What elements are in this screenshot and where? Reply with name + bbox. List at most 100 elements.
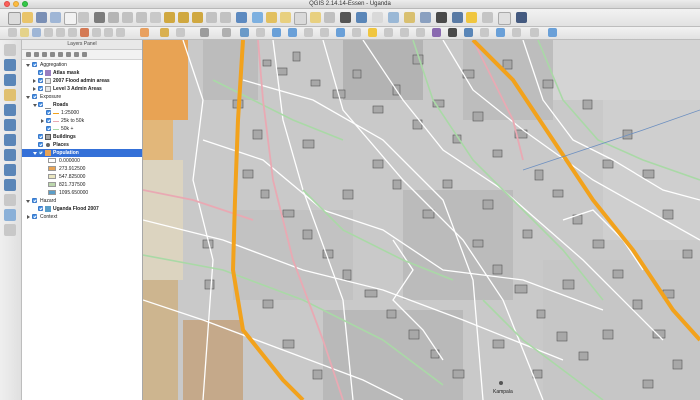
georeferencer-icon[interactable] (548, 28, 557, 37)
composer-manager-icon[interactable] (78, 12, 89, 23)
add-vector-layer-icon[interactable] (256, 28, 265, 37)
inasafe-dock-icon[interactable] (466, 12, 477, 23)
expand-arrow-icon[interactable] (27, 215, 30, 219)
move-label-icon[interactable] (200, 28, 209, 37)
show-hide-labels-icon[interactable] (176, 28, 185, 37)
visibility-checkbox[interactable] (38, 150, 43, 155)
cut-features-icon[interactable] (92, 28, 101, 37)
visibility-checkbox[interactable] (38, 78, 43, 83)
layer-places[interactable]: Places (22, 141, 142, 149)
add-spatialite-layer-icon[interactable] (304, 28, 313, 37)
save-project-icon[interactable] (36, 12, 47, 23)
results-viewer-icon[interactable] (480, 28, 489, 37)
open-attribute-table-icon[interactable] (310, 12, 321, 23)
zoom-to-selection-icon[interactable] (178, 12, 189, 23)
visibility-checkbox[interactable] (32, 214, 37, 219)
layer-properties-icon[interactable] (530, 28, 539, 37)
layer-uganda-flood-2007[interactable]: Uganda Flood 2007 (22, 205, 142, 213)
layer-level-3-admin-areas[interactable]: Level 3 Admin Areas (22, 85, 142, 93)
field-calculator-icon[interactable] (512, 28, 521, 37)
roads-class-25k-to-50k[interactable]: 25k to 50k (22, 117, 142, 125)
new-layer-icon[interactable] (4, 209, 16, 221)
add-feature-icon[interactable] (44, 28, 53, 37)
filter-legend-icon[interactable] (50, 52, 55, 57)
manage-visibility-icon[interactable] (42, 52, 47, 57)
change-label-icon[interactable] (240, 28, 249, 37)
processing-toolbox-icon[interactable] (432, 28, 441, 37)
expand-arrow-icon[interactable] (33, 79, 36, 83)
save-edits-icon[interactable] (32, 28, 41, 37)
osm-download-icon[interactable] (496, 28, 505, 37)
remove-layer-icon[interactable] (82, 52, 87, 57)
layer-2007-flood-admin-areas[interactable]: 2007 Flood admin areas (22, 77, 142, 85)
select-features-icon[interactable] (266, 12, 277, 23)
add-database-icon[interactable] (4, 74, 16, 86)
map-rendering[interactable]: Kampala (143, 40, 700, 400)
visibility-checkbox[interactable] (38, 86, 43, 91)
measure-line-icon[interactable] (324, 12, 335, 23)
collapse-all-icon[interactable] (74, 52, 79, 57)
visibility-checkbox[interactable] (46, 110, 51, 115)
save-as-icon[interactable] (50, 12, 61, 23)
expand-arrow-icon[interactable] (26, 64, 30, 67)
expand-arrow-icon[interactable] (41, 119, 44, 123)
add-wfs-layer-icon[interactable] (336, 28, 345, 37)
text-annotation-icon[interactable] (404, 12, 415, 23)
zoom-to-layer-icon[interactable] (192, 12, 203, 23)
paste-features-icon[interactable] (116, 28, 125, 37)
expand-arrow-icon[interactable] (33, 87, 36, 91)
add-group-icon[interactable] (34, 52, 39, 57)
expand-arrow-icon[interactable] (26, 96, 30, 99)
pan-map-icon[interactable] (94, 12, 105, 23)
delete-selected-icon[interactable] (80, 28, 89, 37)
new-print-composer-icon[interactable] (64, 12, 77, 25)
help-icon[interactable] (498, 12, 511, 25)
show-bookmarks-icon[interactable] (388, 12, 399, 23)
map-canvas[interactable]: Kampala (143, 40, 700, 400)
add-postgis-icon[interactable] (4, 104, 16, 116)
visibility-checkbox[interactable] (32, 62, 37, 67)
visibility-checkbox[interactable] (32, 198, 37, 203)
keywords-wizard-icon[interactable] (482, 12, 493, 23)
history-icon[interactable] (464, 28, 473, 37)
group-aggregation[interactable]: Aggregation (22, 61, 142, 69)
visibility-checkbox[interactable] (38, 142, 43, 147)
new-project-icon[interactable] (8, 12, 21, 25)
group-hazard[interactable]: Hazard (22, 197, 142, 205)
add-mssql-icon[interactable] (4, 179, 16, 191)
expand-arrow-icon[interactable] (33, 152, 37, 155)
pan-to-selection-icon[interactable] (108, 12, 119, 23)
add-wfs-icon[interactable] (4, 149, 16, 161)
statistical-summary-icon[interactable] (340, 12, 351, 23)
node-tool-icon[interactable] (68, 28, 77, 37)
add-csv-icon[interactable] (4, 89, 16, 101)
add-raster-layer-icon[interactable] (272, 28, 281, 37)
zoom-next-icon[interactable] (220, 12, 231, 23)
new-shapefile-icon[interactable] (384, 28, 393, 37)
add-virtual-layer-icon[interactable] (4, 194, 16, 206)
zoom-out-icon[interactable] (136, 12, 147, 23)
add-raster-icon[interactable] (4, 59, 16, 71)
zoom-last-icon[interactable] (206, 12, 217, 23)
copy-features-icon[interactable] (104, 28, 113, 37)
add-postgis-layer-icon[interactable] (288, 28, 297, 37)
current-edits-icon[interactable] (8, 28, 17, 37)
new-spatialite-icon[interactable] (400, 28, 409, 37)
select-by-expression-icon[interactable] (280, 12, 291, 23)
new-gpx-icon[interactable] (416, 28, 425, 37)
add-delimited-text-icon[interactable] (352, 28, 361, 37)
visibility-checkbox[interactable] (46, 126, 51, 131)
layer-atlas-mask[interactable]: Atlas mask (22, 69, 142, 77)
open-project-icon[interactable] (22, 12, 33, 23)
inasafe-analysis-icon[interactable] (368, 28, 377, 37)
layer-buildings[interactable]: Buildings (22, 133, 142, 141)
roads-class-50k-plus[interactable]: 50k + (22, 125, 142, 133)
group-exposure[interactable]: Exposure (22, 93, 142, 101)
visibility-checkbox[interactable] (38, 102, 43, 107)
add-wms-icon[interactable] (4, 119, 16, 131)
expand-arrow-icon[interactable] (26, 200, 30, 203)
pin-labels-icon[interactable] (160, 28, 169, 37)
add-wms-layer-icon[interactable] (320, 28, 329, 37)
visibility-checkbox[interactable] (32, 94, 37, 99)
zoom-in-icon[interactable] (122, 12, 133, 23)
